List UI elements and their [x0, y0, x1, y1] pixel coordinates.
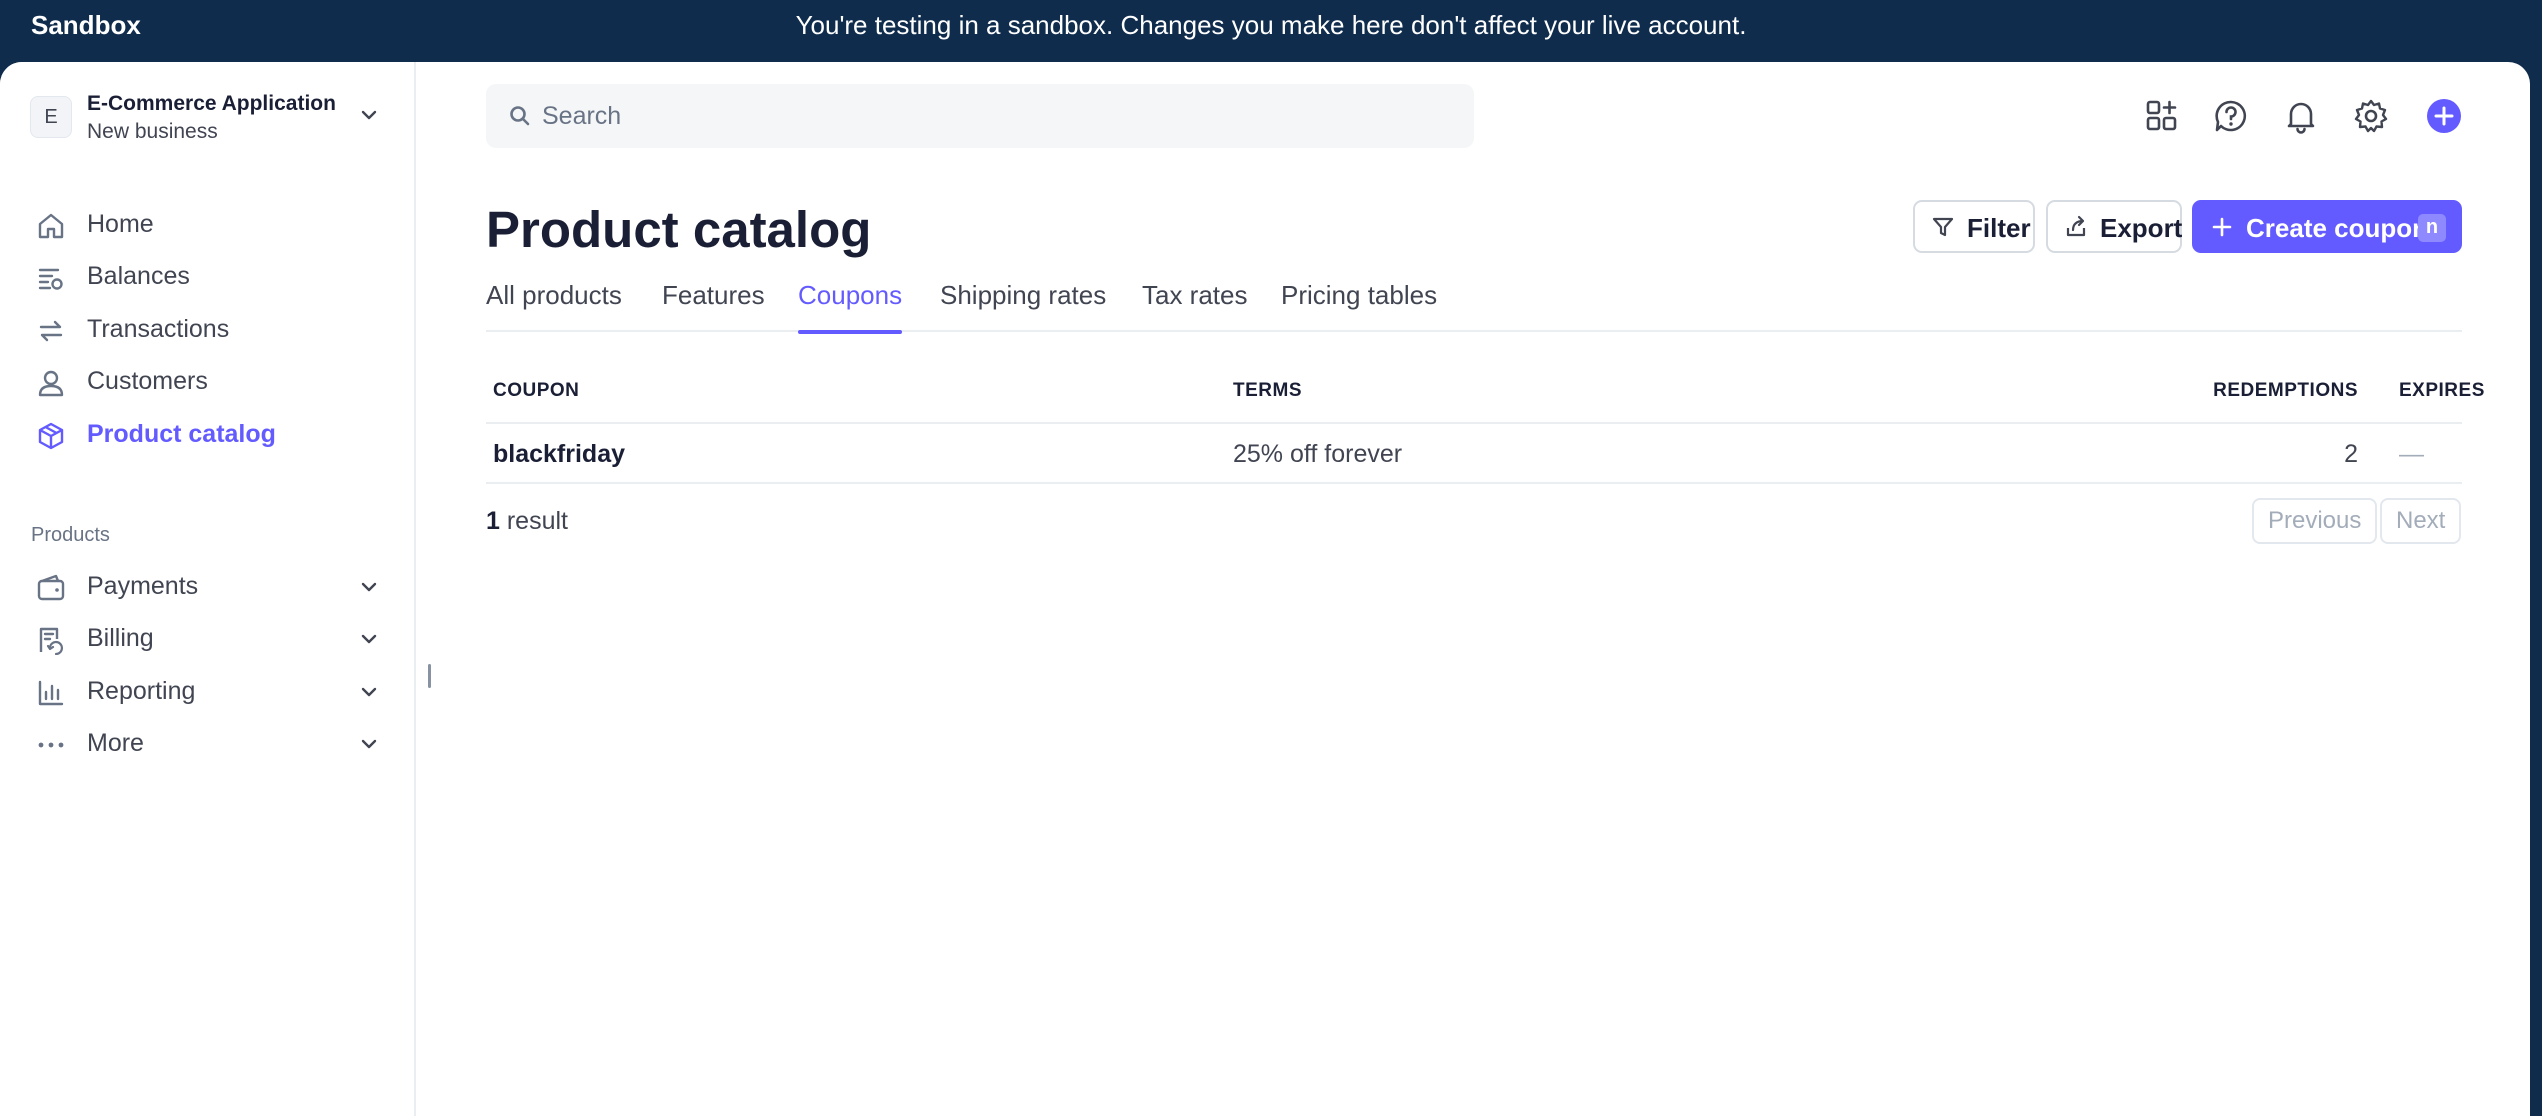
create-coupon-label: Create coupon	[2246, 213, 2429, 243]
tab-pricing-tables[interactable]: Pricing tables	[1281, 280, 1437, 332]
sidebar-item-label: Home	[87, 210, 154, 238]
transactions-icon	[36, 316, 66, 346]
sidebar-item-product-catalog[interactable]: Product catalog	[30, 413, 380, 457]
chevron-down-icon	[358, 104, 380, 131]
column-header-coupon[interactable]: COUPON	[493, 380, 579, 402]
main-content: Product catalog Filter Export Create cou…	[416, 62, 2530, 1116]
result-count-number: 1	[486, 507, 500, 535]
sidebar-item-more[interactable]: More	[30, 722, 380, 766]
account-name: E-Commerce Application	[87, 92, 336, 115]
account-switcher[interactable]: E E-Commerce Application New business	[30, 90, 380, 150]
sidebar-item-label: Reporting	[87, 677, 196, 705]
sidebar-item-transactions[interactable]: Transactions	[30, 308, 380, 352]
products-section-label: Products	[31, 524, 110, 546]
billing-icon	[36, 625, 66, 656]
search-input[interactable]	[542, 98, 1442, 134]
sidebar-item-label: More	[87, 729, 144, 757]
filter-button[interactable]: Filter	[1913, 200, 2035, 253]
sidebar-item-label: Payments	[87, 572, 199, 600]
tab-shipping-rates[interactable]: Shipping rates	[940, 280, 1106, 332]
apps-icon[interactable]	[2144, 98, 2180, 134]
help-icon[interactable]	[2213, 98, 2249, 134]
result-count-label: result	[506, 507, 568, 535]
sidebar-item-label: Billing	[87, 624, 154, 652]
gear-icon[interactable]	[2353, 98, 2389, 134]
result-count: 1 result	[486, 507, 568, 536]
tab-tax-rates[interactable]: Tax rates	[1142, 280, 1248, 332]
sidebar-item-customers[interactable]: Customers	[30, 360, 380, 404]
search-bar[interactable]	[486, 84, 1474, 148]
sidebar: E E-Commerce Application New business Ho…	[0, 62, 416, 1116]
sidebar-item-payments[interactable]: Payments	[30, 565, 380, 609]
previous-page-button[interactable]: Previous	[2252, 498, 2378, 544]
sidebar-item-reporting[interactable]: Reporting	[30, 670, 380, 714]
keyboard-shortcut-badge: n	[2418, 214, 2446, 242]
chevron-down-icon	[358, 733, 380, 760]
export-icon	[2064, 215, 2088, 246]
sidebar-item-home[interactable]: Home	[30, 203, 380, 247]
coupon-expires: —	[2399, 440, 2424, 468]
plus-icon[interactable]	[2426, 98, 2462, 134]
home-icon	[36, 211, 66, 241]
next-page-button[interactable]: Next	[2380, 498, 2462, 544]
more-icon	[36, 730, 66, 760]
reporting-icon	[36, 678, 66, 708]
sandbox-message: You're testing in a sandbox. Changes you…	[795, 10, 1747, 40]
product-catalog-icon	[36, 421, 66, 451]
chevron-down-icon	[358, 576, 380, 603]
table-row[interactable]: blackfriday 25% off forever 2 —	[486, 424, 2462, 484]
export-label: Export	[2100, 213, 2183, 243]
create-coupon-button[interactable]: Create coupon n	[2192, 200, 2462, 253]
account-subtitle: New business	[87, 120, 218, 143]
sidebar-item-label: Balances	[87, 262, 190, 290]
sandbox-banner: Sandbox You're testing in a sandbox. Cha…	[0, 0, 2542, 64]
tab-features[interactable]: Features	[662, 280, 765, 332]
export-button[interactable]: Export	[2046, 200, 2182, 253]
bell-icon[interactable]	[2283, 98, 2319, 134]
filter-icon	[1931, 215, 1955, 246]
catalog-tabs: All products Features Coupons Shipping r…	[486, 280, 2462, 334]
column-header-redemptions[interactable]: REDEMPTIONS	[2213, 380, 2358, 402]
coupon-terms: 25% off forever	[1233, 440, 1403, 468]
sidebar-item-billing[interactable]: Billing	[30, 617, 380, 661]
plus-icon	[2210, 215, 2234, 246]
coupon-redemptions: 2	[2344, 440, 2358, 468]
coupon-name: blackfriday	[493, 440, 626, 468]
tab-coupons[interactable]: Coupons	[798, 280, 903, 334]
chevron-down-icon	[358, 681, 380, 708]
page-title: Product catalog	[486, 201, 872, 258]
column-header-expires[interactable]: EXPIRES	[2399, 380, 2485, 402]
customers-icon	[36, 368, 66, 398]
chevron-down-icon	[358, 628, 380, 655]
search-icon	[508, 104, 532, 133]
column-header-terms[interactable]: TERMS	[1233, 380, 1302, 402]
filter-label: Filter	[1967, 213, 2031, 243]
sidebar-item-label: Product catalog	[87, 420, 276, 448]
account-avatar: E	[30, 96, 72, 138]
payments-icon	[36, 573, 66, 603]
balances-icon	[36, 263, 66, 293]
sidebar-item-balances[interactable]: Balances	[30, 255, 380, 299]
tab-all-products[interactable]: All products	[486, 280, 622, 332]
sidebar-item-label: Customers	[87, 367, 208, 395]
app-window: E E-Commerce Application New business Ho…	[0, 62, 2530, 1116]
sidebar-item-label: Transactions	[87, 315, 230, 343]
